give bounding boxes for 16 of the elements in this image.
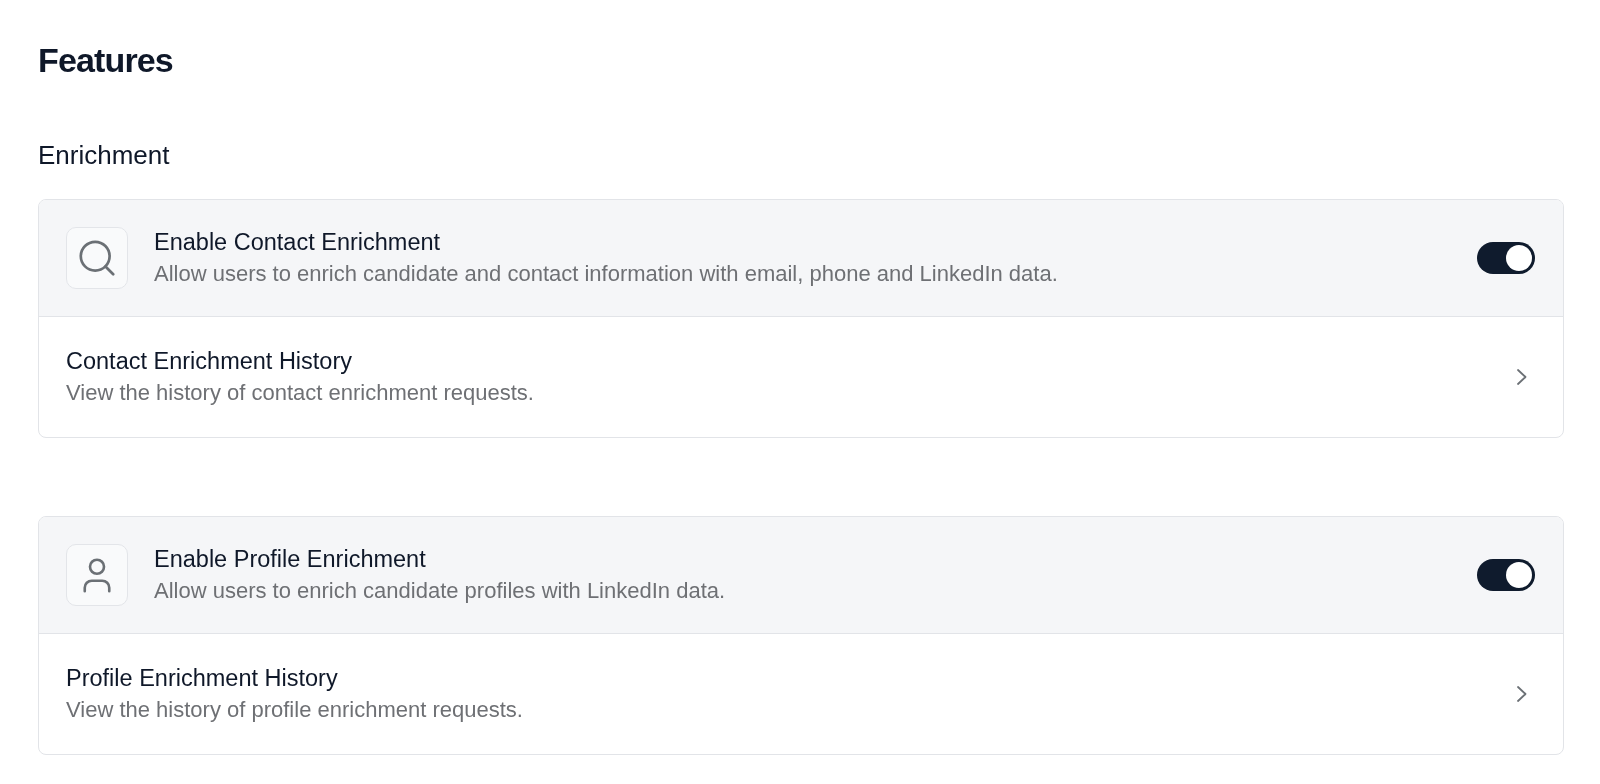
history-description: View the history of contact enrichment requests. [66, 379, 535, 407]
setting-title: Enable Profile Enrichment [154, 545, 427, 574]
setting-title: Enable Contact Enrichment [154, 228, 442, 257]
chevron-right-icon[interactable] [1517, 369, 1527, 385]
user-icon [66, 544, 128, 606]
search-icon [66, 227, 128, 289]
history-description: View the history of profile enrichment requests. [66, 696, 524, 724]
history-title: Contact Enrichment History [66, 347, 354, 376]
history-title: Profile Enrichment History [66, 664, 339, 693]
chevron-right-icon[interactable] [1517, 686, 1527, 702]
setting-description: Allow users to enrich candidate profiles with LinkedIn data. [154, 577, 727, 605]
toggle-switch[interactable] [1477, 559, 1535, 591]
setting-description: Allow users to enrich candidate and contact information with email, phone and LinkedIn data. [154, 260, 1059, 288]
toggle-switch[interactable] [1477, 242, 1535, 274]
section-heading: Enrichment [38, 139, 171, 171]
page-title: Features [38, 40, 174, 80]
